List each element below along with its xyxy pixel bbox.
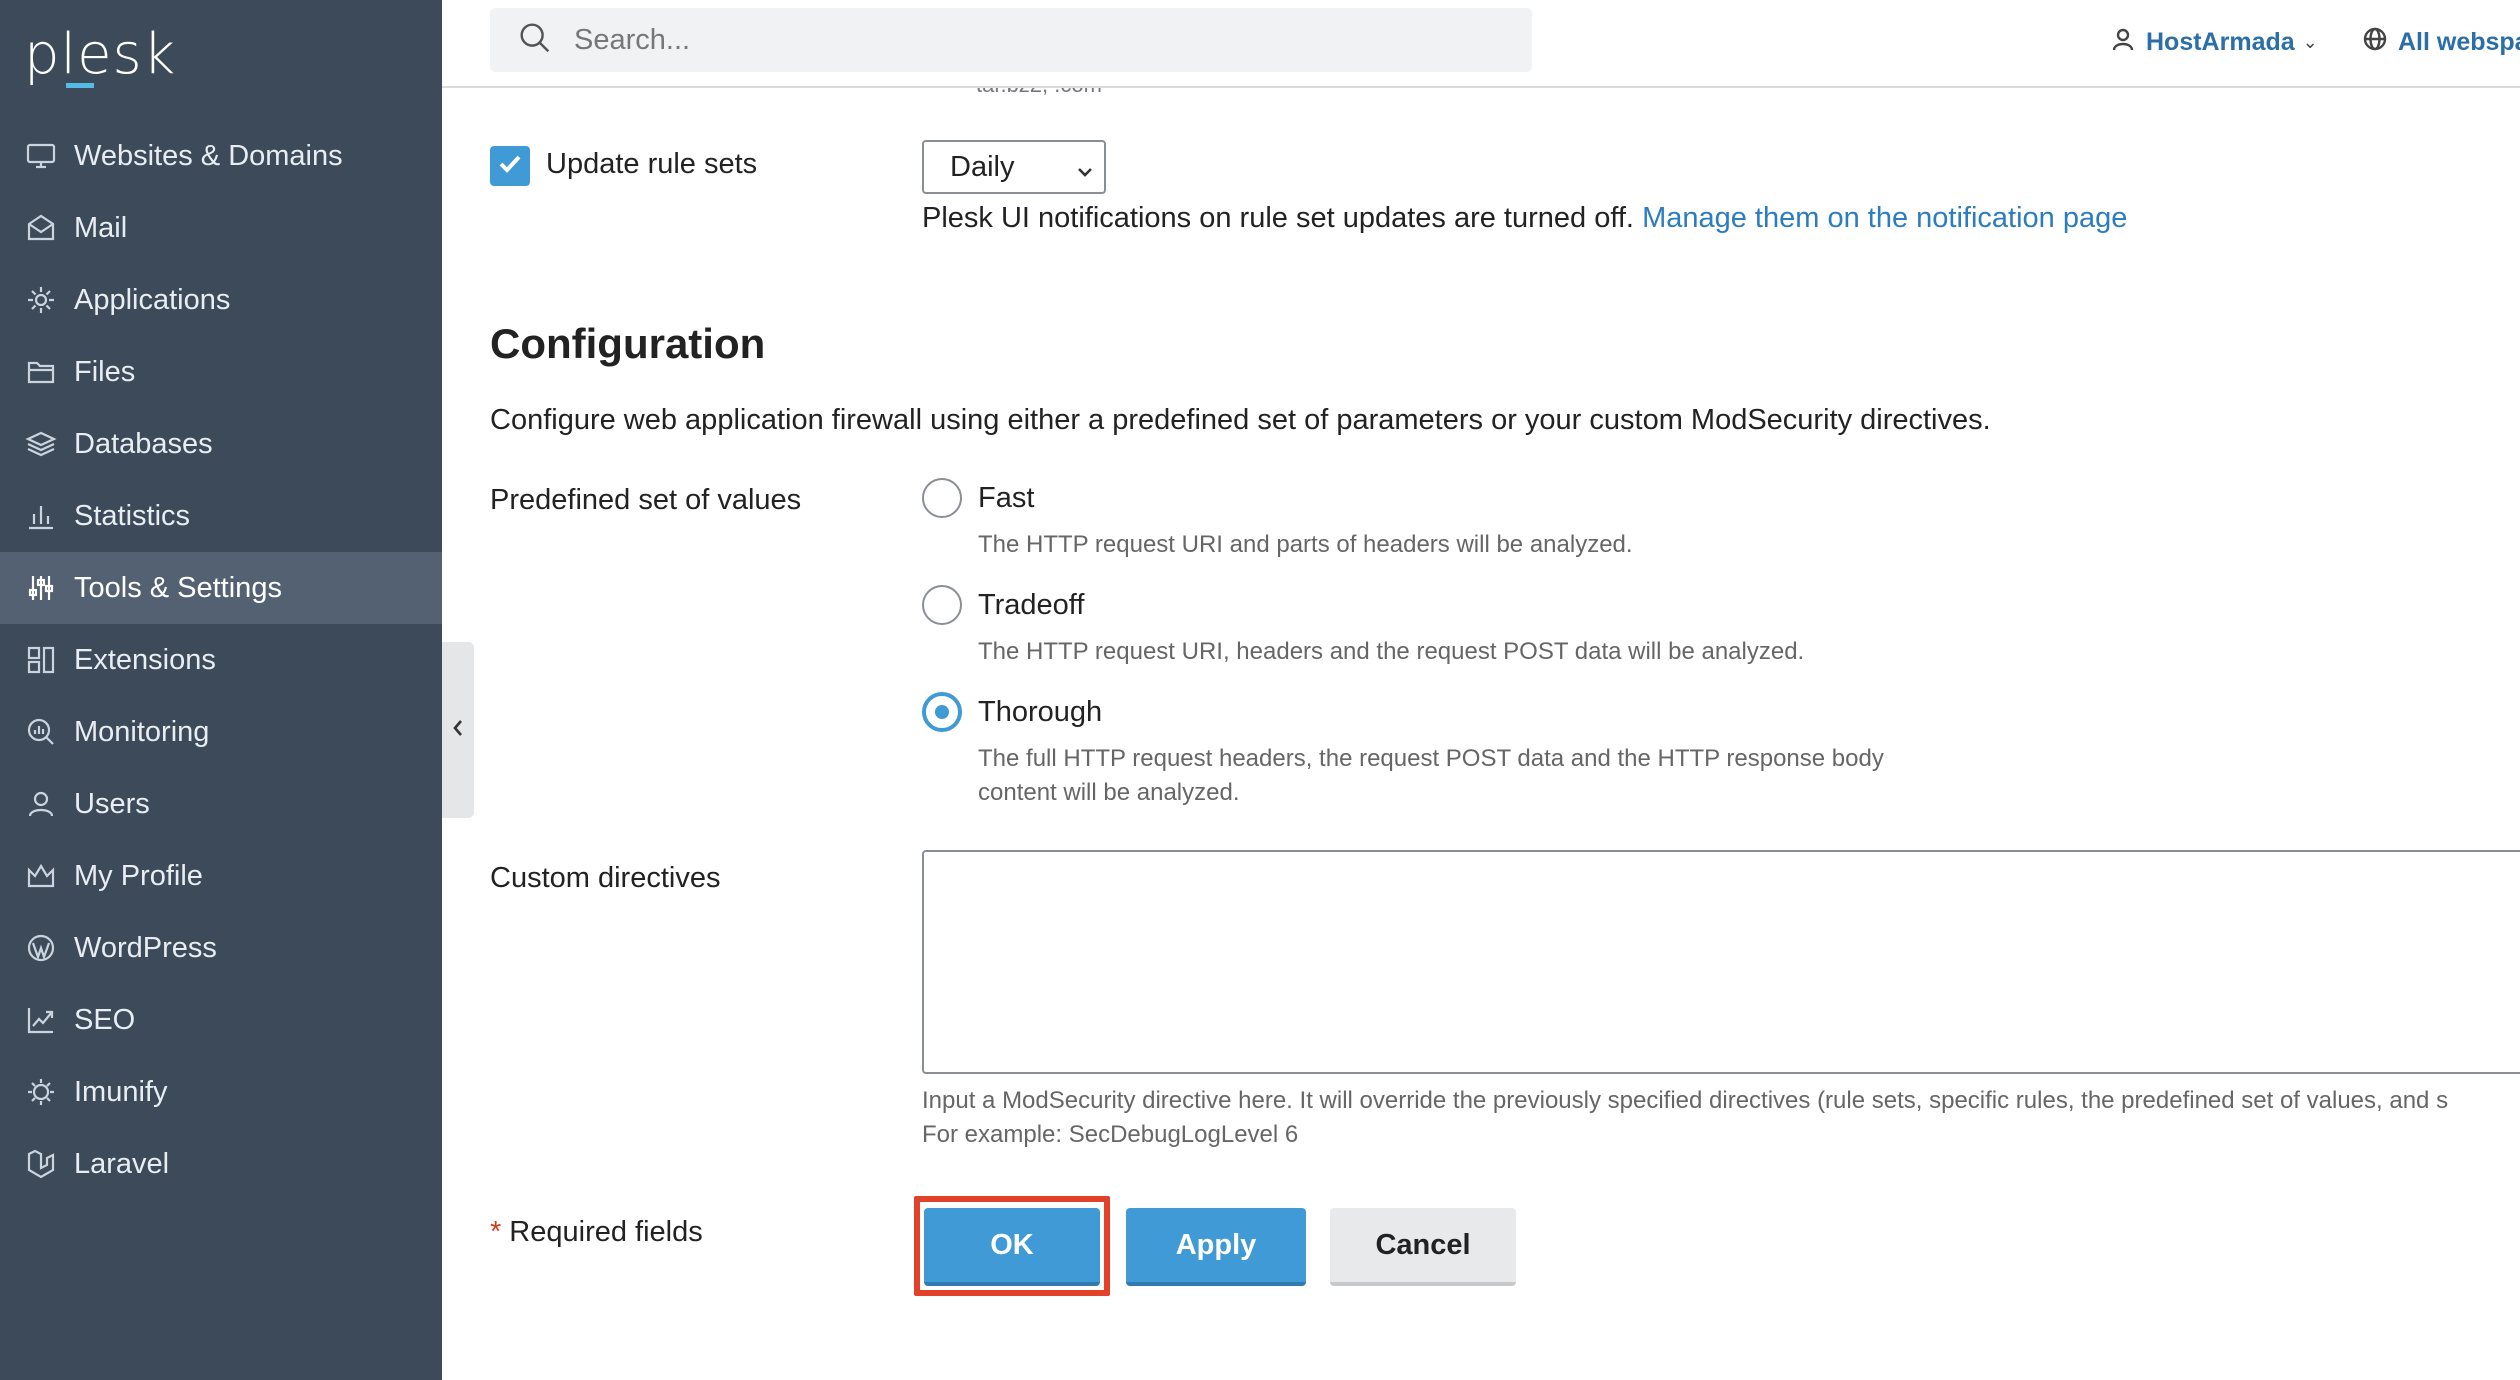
notice-text: Plesk UI notifications on rule set updat… bbox=[922, 202, 1634, 234]
sidebar-item-label: Tools & Settings bbox=[74, 571, 282, 604]
crown-icon bbox=[24, 859, 58, 893]
radio-label: Thorough bbox=[978, 695, 1103, 728]
folder-icon bbox=[24, 355, 58, 389]
radio-thorough[interactable]: Thorough bbox=[922, 692, 1102, 732]
custom-directives-label: Custom directives bbox=[490, 862, 721, 894]
sidebar-item-label: My Profile bbox=[74, 859, 203, 892]
custom-directives-hint: Input a ModSecurity directive here. It w… bbox=[922, 1084, 2448, 1152]
sidebar-item-websites-domains[interactable]: Websites & Domains bbox=[0, 120, 442, 192]
sidebar-item-label: Users bbox=[74, 787, 150, 820]
radio-button[interactable] bbox=[922, 585, 962, 625]
sidebar-item-laravel[interactable]: Laravel bbox=[0, 1128, 442, 1200]
update-frequency-select[interactable]: Daily bbox=[922, 140, 1106, 194]
shield-gear-icon bbox=[24, 1075, 58, 1109]
magnifier-chart-icon bbox=[24, 715, 58, 749]
sidebar-item-label: Databases bbox=[74, 427, 213, 460]
top-header: HostArmada ⌄ All webspaces bbox=[442, 0, 2520, 88]
sidebar: plesk Websites & Domains Mail Applicatio… bbox=[0, 0, 442, 1380]
globe-icon bbox=[2362, 26, 2398, 59]
trend-chart-icon bbox=[24, 1003, 58, 1037]
radio-description: The full HTTP request headers, the reque… bbox=[978, 745, 1884, 806]
chevron-down-icon: ⌄ bbox=[2302, 31, 2318, 52]
hint-example: For example: SecDebugLogLevel 6 bbox=[922, 1121, 1299, 1148]
configuration-description: Configure web application firewall using… bbox=[490, 404, 1991, 436]
sidebar-item-seo[interactable]: SEO bbox=[0, 984, 442, 1056]
sliders-icon bbox=[24, 571, 58, 605]
radio-button[interactable] bbox=[922, 478, 962, 518]
radio-button[interactable] bbox=[922, 692, 962, 732]
notification-page-link[interactable]: Manage them on the notification page bbox=[1642, 202, 2127, 234]
laravel-icon bbox=[24, 1147, 58, 1181]
wordpress-icon bbox=[24, 931, 58, 965]
sidebar-item-label: Websites & Domains bbox=[74, 139, 343, 172]
required-star: * bbox=[490, 1216, 502, 1248]
update-frequency-value: Daily bbox=[950, 150, 1015, 183]
sidebar-item-wordpress[interactable]: WordPress bbox=[0, 912, 442, 984]
sidebar-item-statistics[interactable]: Statistics bbox=[0, 480, 442, 552]
predefined-values-label: Predefined set of values bbox=[490, 484, 802, 516]
sidebar-item-label: Mail bbox=[74, 211, 128, 244]
update-rule-sets-label: Update rule sets bbox=[546, 148, 758, 180]
sidebar-item-my-profile[interactable]: My Profile bbox=[0, 840, 442, 912]
radio-label: Fast bbox=[978, 481, 1035, 514]
sidebar-item-files[interactable]: Files bbox=[0, 336, 442, 408]
mail-icon bbox=[24, 211, 58, 245]
search-input[interactable] bbox=[574, 23, 1474, 57]
sidebar-item-extensions[interactable]: Extensions bbox=[0, 624, 442, 696]
notification-notice: Plesk UI notifications on rule set updat… bbox=[922, 202, 2127, 235]
sidebar-item-label: WordPress bbox=[74, 931, 217, 964]
checkmark-icon bbox=[496, 150, 524, 183]
sidebar-item-monitoring[interactable]: Monitoring bbox=[0, 696, 442, 768]
plesk-logo[interactable]: plesk bbox=[24, 18, 176, 90]
search-icon bbox=[516, 19, 554, 62]
sidebar-item-label: Applications bbox=[74, 283, 231, 316]
grid-icon bbox=[24, 643, 58, 677]
sidebar-item-label: Extensions bbox=[74, 643, 216, 676]
radio-label: Tradeoff bbox=[978, 588, 1085, 621]
subscription-label: All webspaces bbox=[2398, 27, 2520, 56]
main-content: tar.bz2, .com Update rule sets Daily Ple… bbox=[442, 88, 2520, 1380]
hint-line: Input a ModSecurity directive here. It w… bbox=[922, 1087, 2449, 1114]
radio-fast[interactable]: Fast bbox=[922, 478, 1034, 518]
configuration-title: Configuration bbox=[490, 320, 766, 367]
sidebar-item-mail[interactable]: Mail bbox=[0, 192, 442, 264]
partial-text-above: tar.bz2, .com bbox=[976, 88, 1102, 98]
monitor-icon bbox=[24, 139, 58, 173]
logo-accent-bar bbox=[66, 83, 94, 88]
required-fields-note: * Required fields bbox=[490, 1216, 703, 1249]
radio-description: The HTTP request URI, headers and the re… bbox=[978, 638, 1805, 665]
sidebar-item-label: Files bbox=[74, 355, 136, 388]
radio-selected-dot bbox=[935, 705, 949, 719]
layers-icon bbox=[24, 427, 58, 461]
user-menu[interactable]: HostArmada ⌄ bbox=[2110, 20, 2318, 64]
subscription-menu[interactable]: All webspaces bbox=[2362, 20, 2520, 64]
radio-description: The HTTP request URI and parts of header… bbox=[978, 531, 1633, 558]
user-name: HostArmada bbox=[2146, 27, 2295, 56]
sidebar-item-label: Laravel bbox=[74, 1147, 170, 1180]
sidebar-item-applications[interactable]: Applications bbox=[0, 264, 442, 336]
user-icon bbox=[24, 787, 58, 821]
sidebar-item-tools-settings[interactable]: Tools & Settings bbox=[0, 552, 442, 624]
update-rule-sets-checkbox[interactable] bbox=[490, 146, 530, 186]
logo-text: plesk bbox=[24, 21, 177, 87]
ok-button[interactable]: OK bbox=[924, 1208, 1100, 1286]
sidebar-item-label: SEO bbox=[74, 1003, 136, 1036]
sidebar-item-databases[interactable]: Databases bbox=[0, 408, 442, 480]
sidebar-item-label: Imunify bbox=[74, 1075, 168, 1108]
cancel-button[interactable]: Cancel bbox=[1330, 1208, 1516, 1286]
gear-icon bbox=[24, 283, 58, 317]
search-box[interactable] bbox=[490, 8, 1532, 72]
sidebar-item-imunify[interactable]: Imunify bbox=[0, 1056, 442, 1128]
required-text: Required fields bbox=[509, 1216, 703, 1248]
sidebar-item-users[interactable]: Users bbox=[0, 768, 442, 840]
user-icon bbox=[2110, 26, 2146, 59]
sidebar-nav: Websites & Domains Mail Applications Fil… bbox=[0, 120, 442, 1200]
custom-directives-textarea[interactable] bbox=[922, 850, 2520, 1074]
sidebar-item-label: Statistics bbox=[74, 499, 191, 532]
radio-tradeoff[interactable]: Tradeoff bbox=[922, 585, 1084, 625]
bar-chart-icon bbox=[24, 499, 58, 533]
sidebar-item-label: Monitoring bbox=[74, 715, 210, 748]
apply-button[interactable]: Apply bbox=[1126, 1208, 1306, 1286]
chevron-down-icon bbox=[1076, 156, 1094, 177]
